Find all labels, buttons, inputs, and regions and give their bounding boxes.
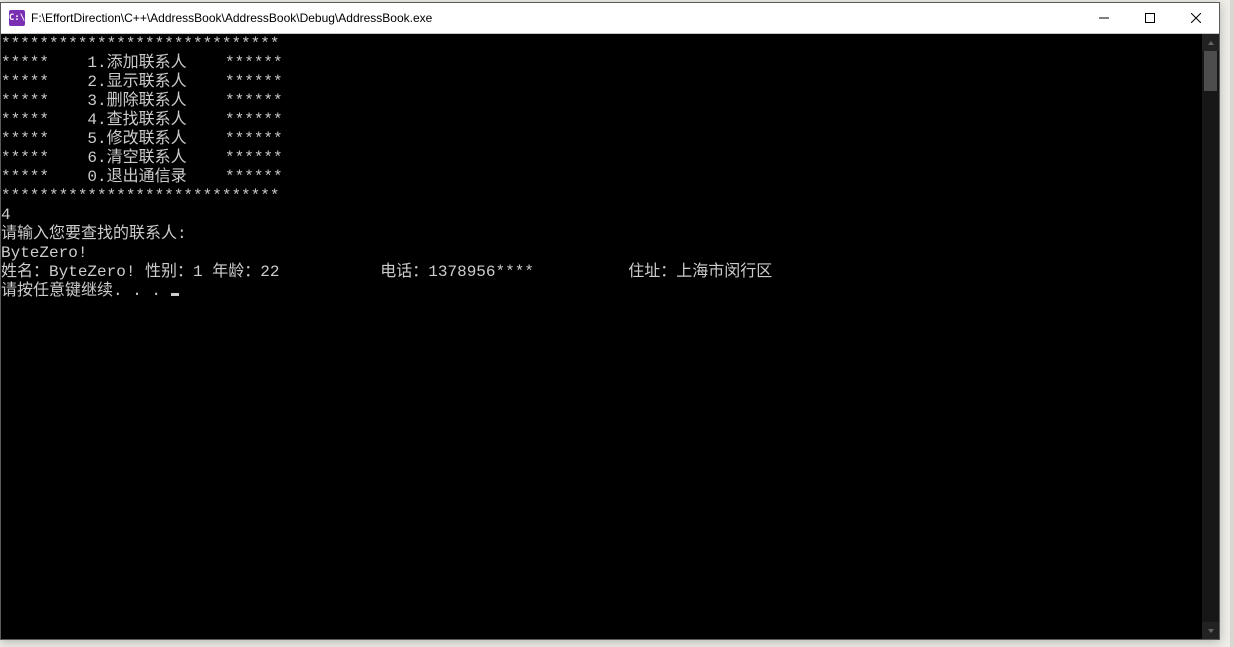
menu-border-bottom: ***************************** — [1, 187, 279, 205]
scroll-down-button[interactable] — [1202, 622, 1219, 639]
menu-line-3: ***** 3.删除联系人 ****** — [1, 92, 283, 110]
result-addr: 上海市闵行区 — [676, 263, 772, 282]
menu-border-top: ***************************** — [1, 35, 279, 53]
user-choice: 4 — [1, 206, 11, 224]
maximize-icon — [1145, 13, 1155, 23]
titlebar[interactable]: C:\ F:\EffortDirection\C++\AddressBook\A… — [1, 3, 1219, 34]
maximize-button[interactable] — [1127, 3, 1173, 33]
menu-line-6: ***** 6.清空联系人 ****** — [1, 149, 283, 167]
result-phone: 1378956**** — [428, 263, 628, 282]
result-age: 22 — [260, 263, 380, 282]
menu-line-4: ***** 4.查找联系人 ****** — [1, 111, 283, 129]
menu-line-0: ***** 0.退出通信录 ****** — [1, 168, 283, 186]
close-button[interactable] — [1173, 3, 1219, 33]
menu-line-1: ***** 1.添加联系人 ****** — [1, 54, 283, 72]
cursor — [171, 293, 179, 296]
console-window: C:\ F:\EffortDirection\C++\AddressBook\A… — [0, 2, 1220, 640]
chevron-down-icon — [1207, 627, 1215, 635]
search-prompt: 请输入您要查找的联系人: — [1, 225, 187, 243]
minimize-icon — [1099, 13, 1109, 23]
menu-line-5: ***** 5.修改联系人 ****** — [1, 130, 283, 148]
minimize-button[interactable] — [1081, 3, 1127, 33]
result-name: ByteZero! — [49, 263, 135, 282]
search-input: ByteZero! — [1, 244, 87, 262]
result-row: 姓名：ByteZero! 性别：1 年龄：22电话：1378956****住址：… — [1, 263, 772, 281]
close-icon — [1191, 13, 1201, 23]
result-sex: 1 — [193, 263, 203, 282]
vertical-scrollbar[interactable] — [1202, 34, 1219, 639]
scrollbar-thumb[interactable] — [1204, 51, 1217, 91]
app-icon: C:\ — [9, 10, 25, 26]
chevron-up-icon — [1207, 39, 1215, 47]
menu-line-2: ***** 2.显示联系人 ****** — [1, 73, 283, 91]
press-any-key: 请按任意键继续. . . — [1, 282, 171, 300]
window-title: F:\EffortDirection\C++\AddressBook\Addre… — [31, 11, 432, 25]
console-output[interactable]: ***************************** ***** 1.添加… — [1, 34, 1202, 639]
scroll-up-button[interactable] — [1202, 34, 1219, 51]
